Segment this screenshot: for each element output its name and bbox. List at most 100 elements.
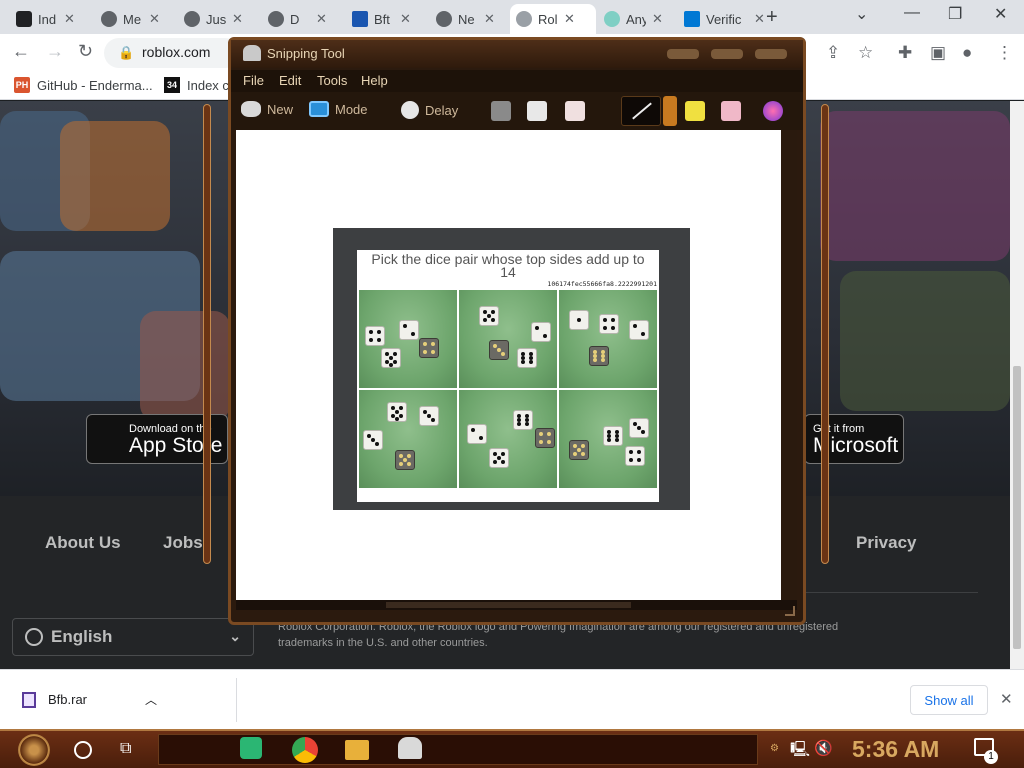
new-snip-button[interactable]: New	[241, 101, 293, 117]
die-image	[517, 348, 537, 368]
close-tab-icon[interactable]: ✕	[232, 11, 243, 27]
network-icon[interactable]: 🖳	[790, 739, 810, 764]
page-scrollbar[interactable]	[1010, 101, 1024, 669]
taskbar-clock[interactable]: 5:36 AM	[852, 736, 939, 763]
tab-5[interactable]: Bft ✕	[346, 4, 417, 34]
die-image	[569, 440, 589, 460]
tab-8[interactable]: Any ✕	[598, 4, 669, 34]
close-tab-icon[interactable]: ✕	[652, 11, 663, 27]
captcha-question: Pick the dice pair whose top sides add u…	[371, 251, 645, 280]
footer-link-jobs[interactable]: Jobs	[163, 533, 203, 553]
notes-app-icon[interactable]	[240, 737, 262, 759]
dice-option-6[interactable]	[559, 390, 657, 488]
show-hidden-icons-icon[interactable]: ⚙	[770, 743, 779, 754]
close-download-bar-icon[interactable]: ✕	[1000, 690, 1013, 708]
address-bar[interactable]: 🔒 roblox.com	[104, 38, 240, 68]
forward-icon[interactable]: →	[46, 41, 64, 62]
snip-vertical-scrollbar[interactable]	[781, 130, 797, 600]
close-tab-icon[interactable]: ✕	[316, 11, 327, 27]
task-view-icon[interactable]: ⧉	[120, 740, 140, 760]
bookmark-index[interactable]: 34 Index c	[164, 77, 229, 93]
delay-button[interactable]: Delay	[401, 101, 458, 119]
snipping-tool-icon[interactable]	[398, 737, 422, 759]
snip-minimize-icon[interactable]	[667, 49, 699, 59]
dice-option-1[interactable]	[359, 290, 457, 388]
chevron-up-icon[interactable]: ︿	[145, 691, 157, 708]
menu-edit[interactable]: Edit	[279, 73, 301, 88]
back-icon[interactable]: ←	[12, 41, 30, 62]
captcha-id: 106174fec55666fa8.2222991201	[547, 280, 657, 288]
tab-3[interactable]: Jus ✕	[178, 4, 249, 34]
search-circle-icon[interactable]	[74, 741, 92, 759]
share-icon[interactable]: ⇪	[826, 43, 840, 63]
close-tab-icon[interactable]: ✕	[754, 11, 765, 27]
reload-icon[interactable]: ↻	[78, 41, 93, 62]
start-gear-icon[interactable]	[18, 734, 50, 766]
mode-button[interactable]: Mode	[309, 101, 368, 117]
notification-count-badge: 1	[984, 750, 998, 764]
chrome-favicon-icon	[436, 11, 452, 27]
resize-grip-icon[interactable]	[785, 606, 795, 616]
pen-tool-button[interactable]	[621, 96, 661, 126]
menu-kebab-icon[interactable]: ⋮	[996, 43, 1013, 63]
snip-close-icon[interactable]	[755, 49, 787, 59]
tab-1[interactable]: Ind ✕	[10, 4, 81, 34]
tab-9[interactable]: Verific ✕	[678, 4, 771, 34]
footer-link-about[interactable]: About Us	[45, 533, 121, 553]
paint3d-icon[interactable]	[763, 101, 783, 121]
close-tab-icon[interactable]: ✕	[484, 11, 495, 27]
tab-2[interactable]: Me ✕	[95, 4, 166, 34]
tab-search-chevron-icon[interactable]: ⌄	[855, 4, 868, 24]
bookmark-github[interactable]: PH GitHub - Enderma...	[14, 77, 153, 93]
bookmark-index-icon: 34	[164, 77, 180, 93]
menu-file[interactable]: File	[243, 73, 264, 88]
new-tab-icon[interactable]: +	[766, 6, 778, 29]
close-tab-icon[interactable]: ✕	[400, 11, 411, 27]
highlighter-icon[interactable]	[685, 101, 705, 121]
snip-title-bar[interactable]: Snipping Tool	[231, 40, 803, 68]
close-tab-icon[interactable]: ✕	[149, 11, 160, 27]
dice-option-2[interactable]	[459, 290, 557, 388]
snip-hscroll-thumb[interactable]	[386, 602, 631, 608]
restore-icon[interactable]: ❐	[948, 4, 962, 24]
menu-tools[interactable]: Tools	[317, 73, 347, 88]
download-item[interactable]: Bfb.rar ︿	[22, 691, 157, 708]
close-window-icon[interactable]: ✕	[994, 4, 1007, 24]
chrome-icon[interactable]	[292, 737, 318, 763]
snip-maximize-icon[interactable]	[711, 49, 743, 59]
die-image	[625, 446, 645, 466]
profile-avatar-icon[interactable]: ●	[962, 43, 972, 63]
die-image	[535, 428, 555, 448]
menu-help[interactable]: Help	[361, 73, 388, 88]
captcha-panel: Pick the dice pair whose top sides add u…	[357, 250, 659, 502]
snip-horizontal-scrollbar[interactable]	[236, 600, 797, 610]
eraser-icon[interactable]	[721, 101, 741, 121]
side-panel-icon[interactable]: ▣	[930, 43, 946, 63]
volume-muted-icon[interactable]: 🔇	[814, 739, 833, 757]
extensions-icon[interactable]: ✚	[898, 43, 912, 63]
scrollbar-thumb[interactable]	[1013, 366, 1021, 649]
tab-4[interactable]: D ✕	[262, 4, 333, 34]
dice-option-5[interactable]	[459, 390, 557, 488]
minimize-icon[interactable]: —	[904, 4, 920, 22]
pen-dropdown-icon[interactable]	[663, 96, 677, 126]
browser-tab-strip: Ind ✕ Me ✕ Jus ✕ D ✕ Bft ✕ Ne ✕ Rol ✕ Any ✕ Veri…	[0, 0, 1024, 34]
dice-option-4[interactable]	[359, 390, 457, 488]
copy-icon[interactable]	[527, 101, 547, 121]
windows-favicon-icon	[684, 11, 700, 27]
footer-link-privacy[interactable]: Privacy	[856, 533, 917, 553]
bookmark-star-icon[interactable]: ☆	[858, 43, 873, 63]
save-icon[interactable]	[491, 101, 511, 121]
close-tab-icon[interactable]: ✕	[564, 11, 575, 27]
show-all-button[interactable]: Show all	[910, 685, 988, 715]
language-selector[interactable]: English ⌄	[12, 618, 254, 656]
windows-taskbar: ⧉ ⚙ 🖳 🔇 5:36 AM 1	[0, 729, 1024, 768]
dice-option-3[interactable]	[559, 290, 657, 388]
tab-6[interactable]: Ne ✕	[430, 4, 501, 34]
microsoft-store-button[interactable]: Get it from Microsoft	[804, 414, 904, 464]
tab-7-active[interactable]: Rol ✕	[510, 4, 596, 34]
close-tab-icon[interactable]: ✕	[64, 11, 75, 27]
captured-image: Pick the dice pair whose top sides add u…	[333, 228, 690, 510]
send-email-icon[interactable]	[565, 101, 585, 121]
file-explorer-icon[interactable]	[345, 740, 369, 760]
